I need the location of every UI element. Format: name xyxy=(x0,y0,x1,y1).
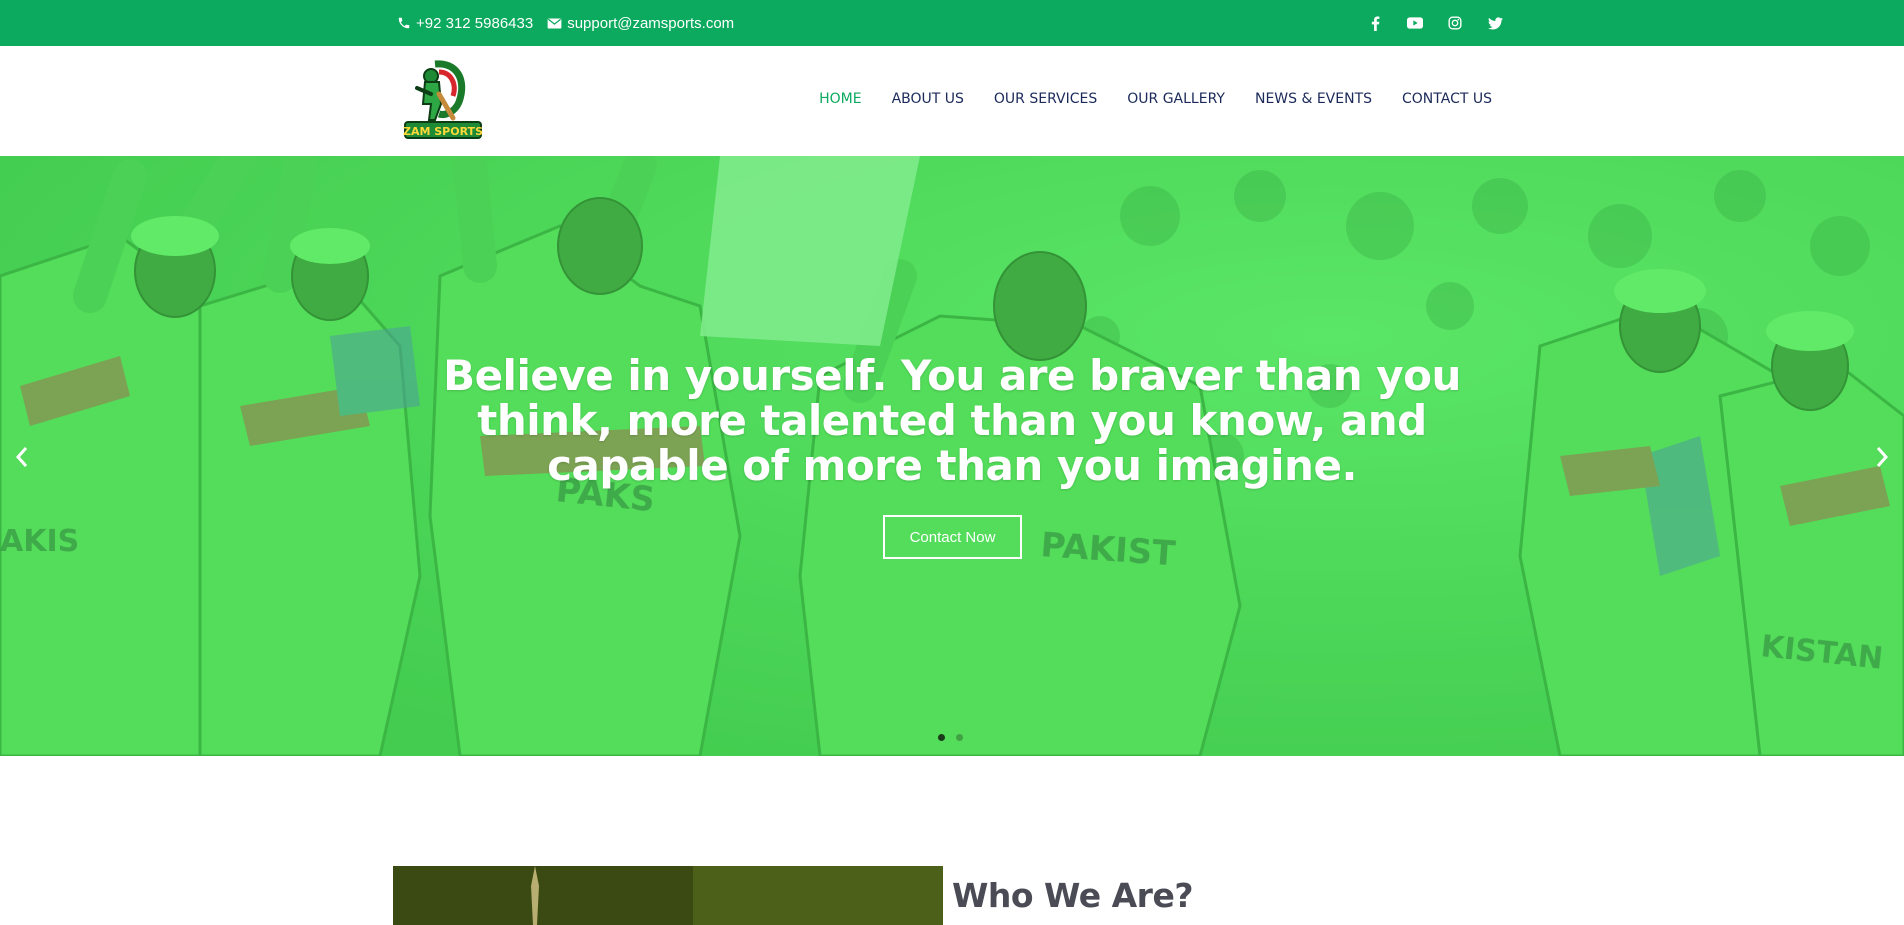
twitter-icon xyxy=(1487,16,1503,29)
site-header: ZAM SPORTS HOME ABOUT US OUR SERVICES OU… xyxy=(0,46,1904,156)
slide-dot-1[interactable] xyxy=(938,734,945,741)
chevron-right-icon xyxy=(1876,447,1889,467)
facebook-link[interactable] xyxy=(1355,12,1395,34)
slider-next-button[interactable] xyxy=(1870,442,1894,472)
envelope-icon xyxy=(547,18,562,28)
phone-link[interactable]: +92 312 5986433 xyxy=(397,15,533,32)
slider-prev-button[interactable] xyxy=(10,442,34,472)
section-title-who-we-are: Who We Are? xyxy=(952,876,1194,915)
facebook-icon xyxy=(1371,16,1379,31)
slide-dot-2[interactable] xyxy=(956,734,963,741)
youtube-icon xyxy=(1407,17,1423,29)
about-photo xyxy=(393,866,943,925)
social-links xyxy=(1355,12,1515,34)
nav-home[interactable]: HOME xyxy=(819,91,861,107)
email-address: support@zamsports.com xyxy=(567,14,735,32)
instagram-icon xyxy=(1448,16,1462,30)
chevron-left-icon xyxy=(15,447,28,467)
top-contact: +92 312 5986433 support@zamsports.com xyxy=(397,13,748,33)
youtube-link[interactable] xyxy=(1395,12,1435,34)
slider-pagination xyxy=(938,734,974,741)
top-bar: +92 312 5986433 support@zamsports.com xyxy=(0,0,1904,46)
phone-number: +92 312 5986433 xyxy=(416,14,534,32)
nav-our-gallery[interactable]: OUR GALLERY xyxy=(1127,91,1225,107)
hero-slider: PAKS AKIS PAKIST KISTAN Believe in yours… xyxy=(0,156,1904,756)
main-nav: HOME ABOUT US OUR SERVICES OUR GALLERY N… xyxy=(789,91,1492,107)
nav-news-events[interactable]: NEWS & EVENTS xyxy=(1255,91,1372,107)
nav-contact-us[interactable]: CONTACT US xyxy=(1402,91,1492,107)
email-link[interactable]: support@zamsports.com xyxy=(547,15,734,32)
contact-now-button[interactable]: Contact Now xyxy=(883,515,1022,559)
hero-headline: Believe in yourself. You are braver than… xyxy=(443,351,1461,490)
phone-icon xyxy=(398,17,410,29)
about-image xyxy=(393,866,943,925)
logo-emblem: ZAM SPORTS xyxy=(403,60,483,139)
instagram-link[interactable] xyxy=(1435,12,1475,34)
twitter-link[interactable] xyxy=(1475,12,1515,34)
zam-sports-logo[interactable]: ZAM SPORTS xyxy=(401,58,485,144)
nav-about-us[interactable]: ABOUT US xyxy=(892,91,964,107)
nav-our-services[interactable]: OUR SERVICES xyxy=(994,91,1097,107)
svg-text:ZAM SPORTS: ZAM SPORTS xyxy=(403,125,483,138)
